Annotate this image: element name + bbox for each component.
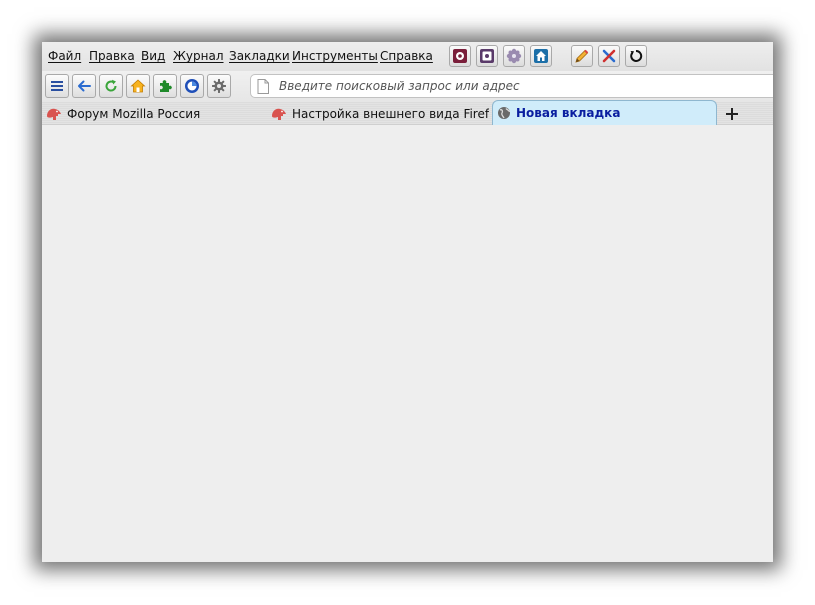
tab-label: Настройка внешнего вида Firefo… — [292, 106, 489, 121]
menu-tools[interactable]: Инструменты — [292, 49, 378, 63]
menu-button[interactable] — [45, 74, 69, 98]
puzzle-icon — [160, 80, 172, 92]
back-button[interactable] — [72, 74, 96, 98]
settings-square-icon — [453, 49, 467, 63]
tools-cross-button[interactable] — [598, 45, 620, 67]
globe-icon — [498, 107, 511, 119]
back-arrow-icon — [78, 80, 91, 92]
addons-square-button[interactable] — [476, 45, 498, 67]
reload-button[interactable] — [99, 74, 123, 98]
plus-icon — [726, 108, 738, 120]
menu-help[interactable]: Справка — [380, 49, 433, 63]
browser-logo-button[interactable] — [180, 74, 204, 98]
menu-history[interactable]: Журнал — [173, 49, 224, 63]
pencil-button[interactable] — [571, 45, 593, 67]
menu-bookmarks[interactable]: Закладки — [229, 49, 290, 63]
navigation-toolbar — [42, 71, 773, 102]
gear-icon — [212, 79, 226, 93]
tab-forum-mozilla[interactable]: Форум Mozilla Россия — [42, 102, 264, 125]
menu-bar: Файл Правка Вид Журнал Закладки Инструме… — [42, 42, 773, 71]
home-box-icon — [534, 49, 548, 63]
gear-flower-button[interactable] — [503, 45, 525, 67]
page-icon — [257, 79, 269, 94]
menu-edit[interactable]: Правка — [89, 49, 135, 63]
tab-firefox-appearance[interactable]: Настройка внешнего вида Firefo… — [267, 102, 489, 125]
gear-flower-icon — [506, 48, 522, 64]
url-input[interactable] — [279, 75, 759, 97]
browser-window: Файл Правка Вид Журнал Закладки Инструме… — [42, 42, 773, 562]
menu-view[interactable]: Вид — [141, 49, 165, 63]
tab-strip: Форум Mozilla Россия Настройка внешнего … — [42, 100, 773, 125]
new-tab-button[interactable] — [722, 104, 742, 124]
settings-square-button[interactable] — [449, 45, 471, 67]
menu-file[interactable]: Файл — [48, 49, 81, 63]
addons-square-icon — [480, 49, 494, 63]
menu-icon — [51, 81, 63, 91]
restart-icon — [630, 49, 643, 62]
preferences-button[interactable] — [207, 74, 231, 98]
url-bar[interactable] — [250, 74, 773, 98]
addons-button[interactable] — [153, 74, 177, 98]
pencil-icon — [575, 49, 589, 63]
dino-icon — [47, 108, 61, 120]
reload-icon — [105, 79, 117, 92]
page-content-area[interactable] — [42, 125, 773, 562]
tab-label: Форум Mozilla Россия — [67, 106, 201, 121]
dino-icon — [272, 108, 286, 120]
tools-cross-icon — [602, 49, 616, 63]
home-button[interactable] — [126, 74, 150, 98]
restart-button[interactable] — [625, 45, 647, 67]
tab-new-tab[interactable]: Новая вкладка — [492, 100, 717, 125]
tab-label: Новая вкладка — [516, 106, 621, 120]
home-icon — [130, 79, 146, 93]
browser-logo-icon — [185, 79, 199, 93]
home-box-button[interactable] — [530, 45, 552, 67]
